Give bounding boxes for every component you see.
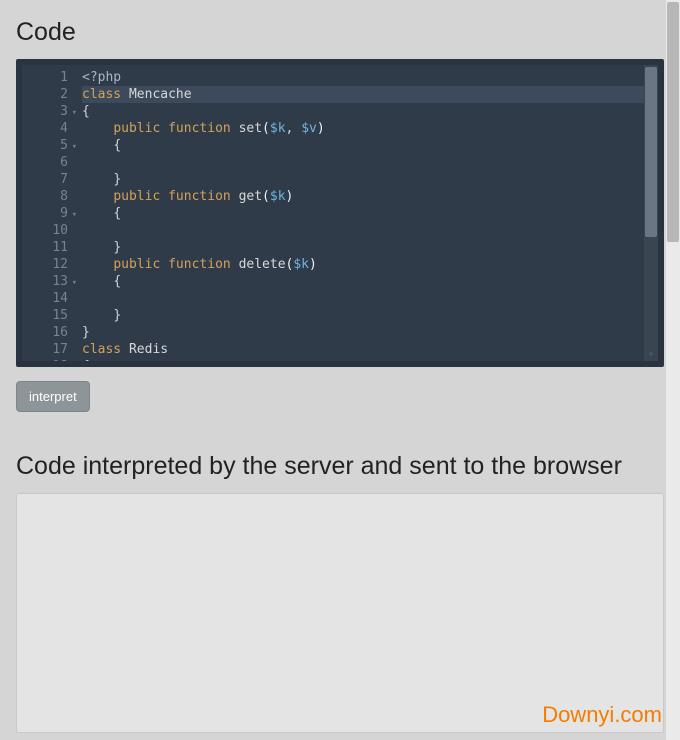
line-number: 10: [36, 222, 68, 239]
code-line[interactable]: <?php: [82, 69, 652, 86]
line-number: 12: [36, 256, 68, 273]
code-line[interactable]: }: [82, 171, 652, 188]
line-number: 7: [36, 171, 68, 188]
code-line[interactable]: public function get($k): [82, 188, 652, 205]
line-number: 11: [36, 239, 68, 256]
output-panel: [16, 493, 664, 733]
line-number: 6: [36, 154, 68, 171]
code-line[interactable]: }: [82, 324, 652, 341]
code-text-area[interactable]: <?phpclass Mencache{ public function set…: [76, 65, 658, 361]
page-scrollbar[interactable]: [666, 0, 680, 740]
code-line[interactable]: public function set($k, $v): [82, 120, 652, 137]
code-line[interactable]: [82, 290, 652, 307]
line-number-gutter: 123456789101112131415161718: [22, 65, 76, 361]
code-line[interactable]: {: [82, 205, 652, 222]
code-heading: Code: [16, 18, 664, 47]
code-editor-container: 123456789101112131415161718 <?phpclass M…: [16, 59, 664, 367]
scrollbar-arrow-down-icon[interactable]: ▾: [644, 349, 658, 361]
interpret-button[interactable]: interpret: [16, 381, 90, 412]
line-number: 13: [36, 273, 68, 290]
editor-scrollbar-thumb[interactable]: [645, 67, 657, 237]
line-number: 5: [36, 137, 68, 154]
line-number: 15: [36, 307, 68, 324]
editor-scrollbar[interactable]: ▾: [644, 65, 658, 361]
code-line[interactable]: public function delete($k): [82, 256, 652, 273]
code-line[interactable]: {: [82, 137, 652, 154]
watermark-text: Downyi.com: [542, 702, 662, 728]
line-number: 3: [36, 103, 68, 120]
code-line[interactable]: class Mencache: [82, 86, 652, 103]
line-number: 8: [36, 188, 68, 205]
line-number: 14: [36, 290, 68, 307]
code-line[interactable]: }: [82, 239, 652, 256]
line-number: 18: [36, 358, 68, 361]
code-line[interactable]: {: [82, 358, 652, 361]
output-heading: Code interpreted by the server and sent …: [16, 452, 664, 481]
code-line[interactable]: }: [82, 307, 652, 324]
line-number: 16: [36, 324, 68, 341]
page-scrollbar-thumb[interactable]: [667, 2, 679, 242]
code-editor[interactable]: 123456789101112131415161718 <?phpclass M…: [22, 65, 658, 361]
code-line[interactable]: {: [82, 103, 652, 120]
code-line[interactable]: [82, 222, 652, 239]
line-number: 9: [36, 205, 68, 222]
code-line[interactable]: class Redis: [82, 341, 652, 358]
line-number: 2: [36, 86, 68, 103]
line-number: 17: [36, 341, 68, 358]
code-line[interactable]: {: [82, 273, 652, 290]
line-number: 1: [36, 69, 68, 86]
code-line[interactable]: [82, 154, 652, 171]
line-number: 4: [36, 120, 68, 137]
